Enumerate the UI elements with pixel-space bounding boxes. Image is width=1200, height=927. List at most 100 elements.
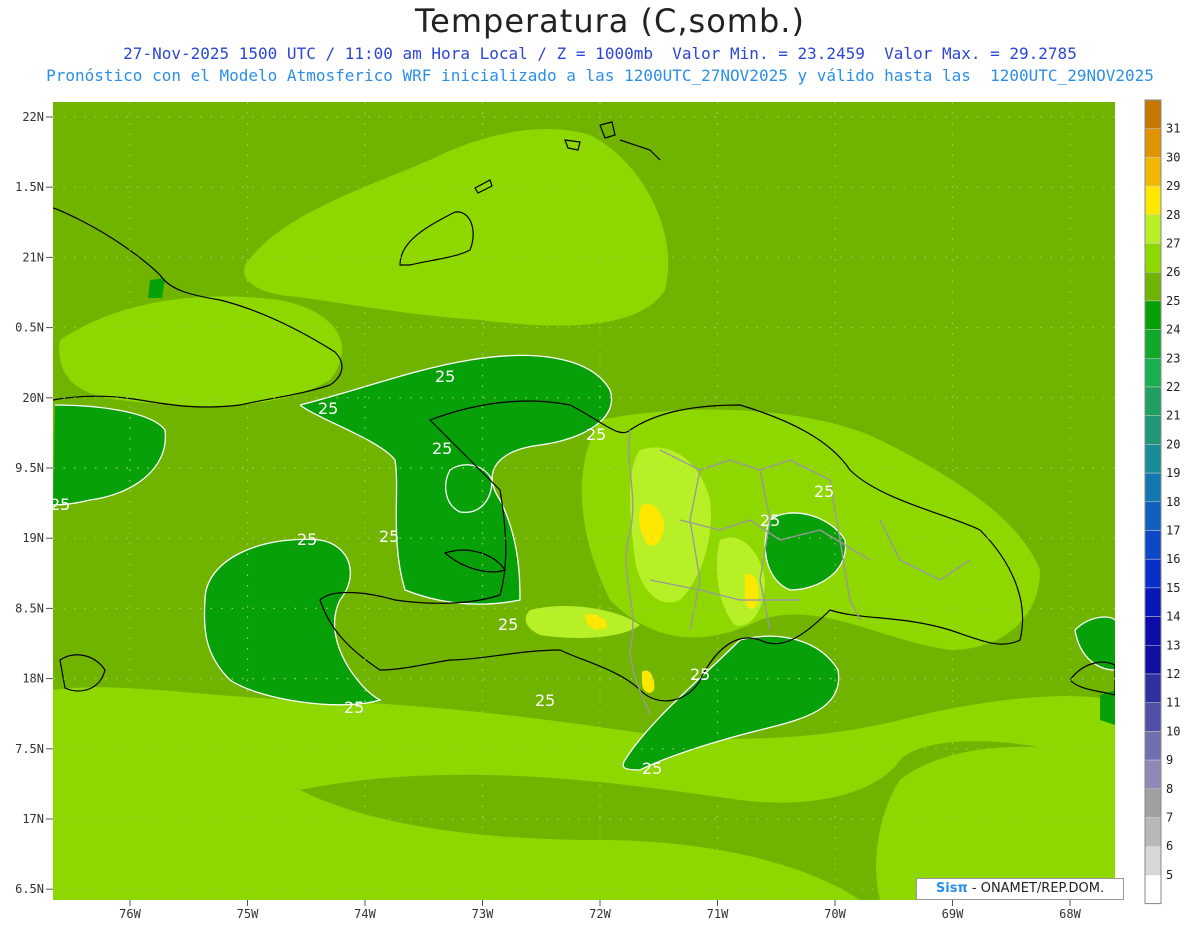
lon-tick-label: 68W (1059, 907, 1081, 921)
colorbar-label: 17 (1166, 524, 1180, 538)
colorbar-swatch (1144, 243, 1162, 273)
colorbar-swatch (1144, 558, 1162, 589)
temperature-map: 25 25 25 25 25 25 25 25 25 25 25 25 25 2… (15, 99, 1180, 921)
colorbar-label: 8 (1166, 782, 1173, 796)
colorbar-swatch (1144, 185, 1162, 216)
colorbar-label: 16 (1166, 552, 1180, 566)
contour-label: 25 (642, 759, 662, 778)
contour-label: 25 (760, 511, 780, 530)
colorbar-label: 13 (1166, 638, 1180, 652)
lat-tick-label: 20N (22, 391, 44, 405)
colorbar-label: 29 (1166, 179, 1180, 193)
colorbar-label: 15 (1166, 581, 1180, 595)
colorbar-swatch (1144, 501, 1162, 531)
colorbar-swatch (1144, 759, 1162, 790)
colorbar-label: 6 (1166, 839, 1173, 853)
lat-tick-label: 8.5N (15, 601, 44, 615)
lon-tick-label: 70W (824, 907, 846, 921)
colorbar-label: 5 (1166, 868, 1173, 882)
colorbar-label: 14 (1166, 610, 1180, 624)
colorbar-swatch (1144, 358, 1162, 388)
lat-tick-label: 17N (22, 812, 44, 826)
latitude-axis: 22N 1.5N 21N 0.5N 20N 9.5N 19N 8.5N 18N 7.5N 17N 6.… (15, 110, 53, 896)
colorbar-label: 28 (1166, 208, 1180, 222)
longitude-axis: 76W 75W 74W 73W 72W 71W 70W 69W 68W (119, 900, 1082, 921)
colorbar-swatch (1144, 271, 1162, 302)
colorbar-swatch (1144, 788, 1162, 818)
colorbar-label: 27 (1166, 237, 1180, 251)
colorbar-label: 30 (1166, 150, 1180, 164)
colorbar-swatch (1144, 300, 1162, 330)
colorbar-label: 11 (1166, 696, 1180, 710)
colorbar-swatch (1144, 214, 1162, 244)
colorbar-swatch (1144, 329, 1162, 359)
colorbar-label: 9 (1166, 753, 1173, 767)
lon-tick-label: 73W (472, 907, 494, 921)
colorbar-label: 10 (1166, 724, 1180, 738)
contour-label: 25 (435, 367, 455, 386)
colorbar-label: 24 (1166, 323, 1180, 337)
temperature-field: 25 25 25 25 25 25 25 25 25 25 25 25 25 2… (50, 102, 1115, 900)
color-scale-bar: 31 30 29 28 27 26 25 24 23 22 21 20 19 18 17 16 15 14 13 12… (1144, 99, 1180, 905)
contour-label: 25 (297, 530, 317, 549)
contour-label: 25 (379, 527, 399, 546)
colorbar-swatch (1144, 386, 1162, 416)
lat-tick-label: 22N (22, 110, 44, 124)
colorbar-label: 21 (1166, 409, 1180, 423)
colorbar-swatch (1144, 616, 1162, 646)
credit-box: Sisπ - ONAMET/REP.DOM. (916, 878, 1124, 900)
colorbar-swatch (1144, 415, 1162, 445)
colorbar-swatch (1144, 472, 1162, 503)
colorbar-swatch (1144, 645, 1162, 675)
sispi-logo-text: Sisπ (935, 881, 968, 896)
colorbar-label: 31 (1166, 122, 1180, 136)
contour-label: 25 (535, 691, 555, 710)
colorbar-swatch (1144, 444, 1162, 474)
credit-org: - ONAMET/REP.DOM. (967, 881, 1105, 896)
lat-tick-label: 0.5N (15, 321, 44, 335)
lon-tick-label: 74W (354, 907, 376, 921)
colorbar-label: 7 (1166, 811, 1173, 825)
colorbar-label: 20 (1166, 437, 1180, 451)
colorbar-swatch (1144, 874, 1162, 904)
lat-tick-label: 18N (22, 672, 44, 686)
colorbar-swatch (1144, 817, 1162, 847)
contour-label: 25 (432, 439, 452, 458)
lat-tick-label: 21N (22, 250, 44, 264)
field-zone-dark (1100, 690, 1115, 725)
colorbar-swatch (1144, 673, 1162, 703)
colorbar-label: 22 (1166, 380, 1180, 394)
contour-label: 25 (50, 495, 70, 514)
contour-label: 25 (690, 665, 710, 684)
contour-label: 25 (498, 615, 518, 634)
contour-label: 25 (344, 698, 364, 717)
lat-tick-label: 7.5N (15, 742, 44, 756)
colorbar-label: 18 (1166, 495, 1180, 509)
colorbar-label: 19 (1166, 466, 1180, 480)
contour-label: 25 (586, 425, 606, 444)
lon-tick-label: 69W (942, 907, 964, 921)
colorbar-swatch (1144, 845, 1162, 876)
lat-tick-label: 1.5N (15, 180, 44, 194)
lon-tick-label: 72W (589, 907, 611, 921)
lon-tick-label: 75W (237, 907, 259, 921)
colorbar-label: 12 (1166, 667, 1180, 681)
colorbar-swatch (1144, 731, 1162, 761)
lat-tick-label: 9.5N (15, 461, 44, 475)
lon-tick-label: 76W (119, 907, 141, 921)
contour-label: 25 (814, 482, 834, 501)
colorbar-swatch (1144, 702, 1162, 732)
field-zone-dark (148, 278, 165, 298)
colorbar-label: 26 (1166, 265, 1180, 279)
colorbar-swatch (1144, 530, 1162, 560)
lon-tick-label: 71W (707, 907, 729, 921)
colorbar-swatch (1144, 157, 1162, 187)
colorbar-label: 23 (1166, 351, 1180, 365)
lat-tick-label: 19N (22, 531, 44, 545)
colorbar-swatch (1144, 128, 1162, 158)
colorbar-swatch (1144, 99, 1162, 129)
colorbar-swatch (1144, 587, 1162, 617)
lat-tick-label: 6.5N (15, 882, 44, 896)
colorbar-label: 25 (1166, 294, 1180, 308)
contour-label: 25 (318, 399, 338, 418)
